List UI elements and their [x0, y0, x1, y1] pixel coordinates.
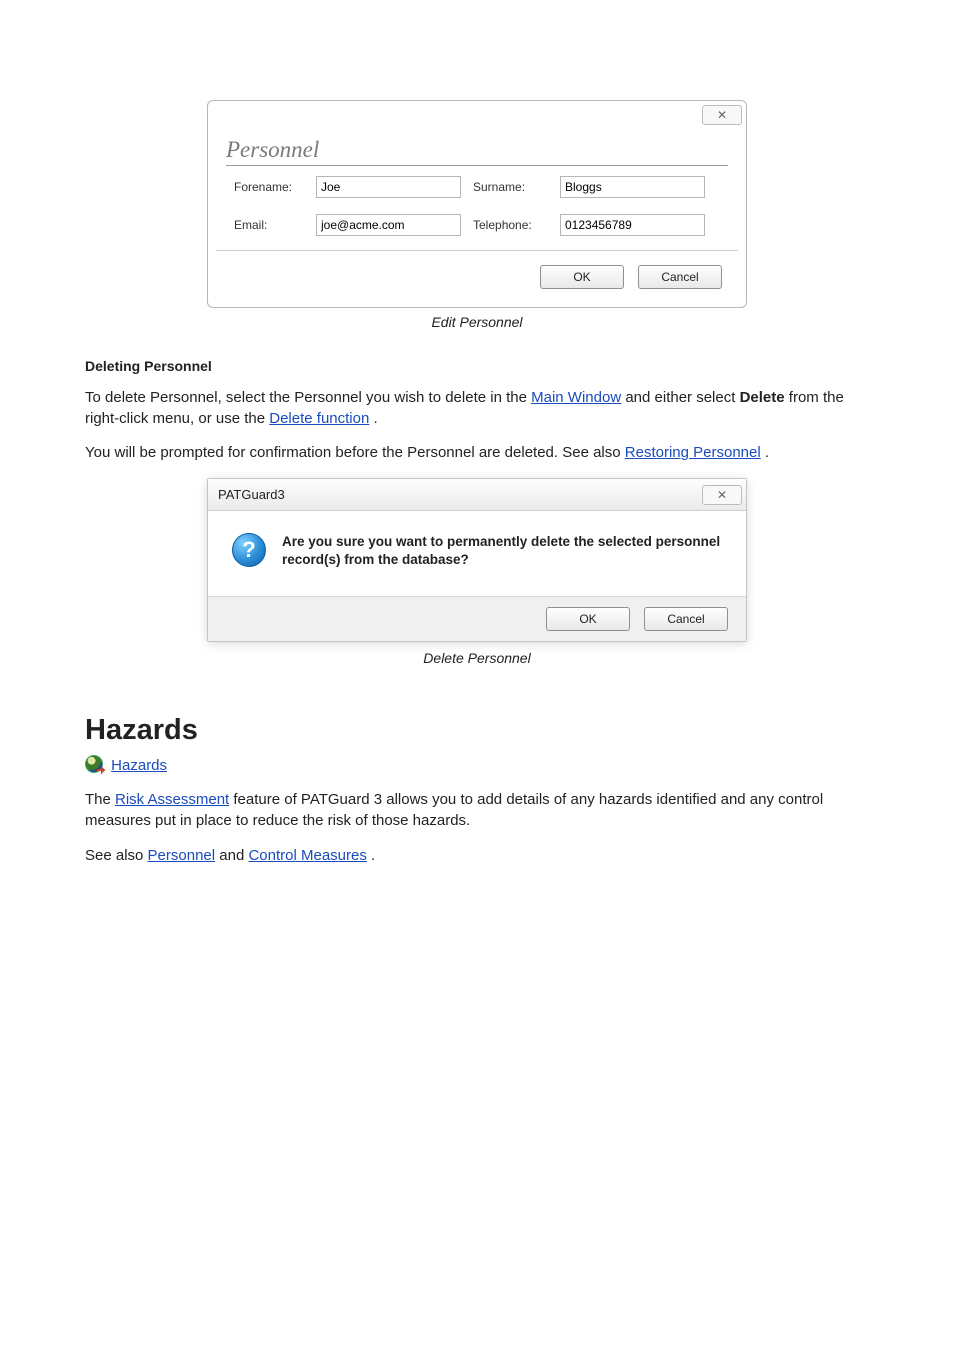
text: .	[374, 410, 378, 427]
dialog-titlebar: ✕	[208, 101, 746, 135]
link-hazards[interactable]: Hazards	[111, 757, 167, 774]
divider	[226, 165, 728, 166]
forename-field[interactable]	[316, 176, 461, 198]
email-label: Email:	[234, 218, 304, 232]
text: and either select	[625, 389, 739, 406]
cancel-button[interactable]: Cancel	[638, 265, 722, 289]
link-personnel[interactable]: Personnel	[148, 847, 216, 864]
hazards-link-row: Hazards	[85, 755, 869, 777]
para-delete-2: You will be prompted for confirmation be…	[85, 443, 869, 464]
see-also: See also Personnel and Control Measures …	[85, 846, 869, 867]
email-field[interactable]	[316, 214, 461, 236]
question-icon: ?	[232, 533, 266, 567]
close-icon[interactable]: ✕	[702, 105, 742, 125]
surname-label: Surname:	[473, 180, 548, 194]
link-risk-assessment[interactable]: Risk Assessment	[115, 791, 229, 808]
group-label-personnel: Personnel	[208, 135, 746, 163]
telephone-field[interactable]	[560, 214, 705, 236]
text: You will be prompted for confirmation be…	[85, 444, 625, 461]
globe-icon	[85, 755, 103, 773]
text: .	[371, 847, 375, 864]
text-bold-delete: Delete	[740, 389, 785, 406]
ok-button[interactable]: OK	[546, 607, 630, 631]
text: See also	[85, 847, 148, 864]
personnel-dialog: ✕ Personnel Forename: Surname: Email: Te…	[207, 100, 747, 308]
hazards-intro: The Risk Assessment feature of PATGuard …	[85, 790, 869, 831]
heading-deleting-personnel: Deleting Personnel	[85, 358, 869, 374]
link-control-measures[interactable]: Control Measures	[248, 847, 366, 864]
text: and	[219, 847, 248, 864]
link-delete-function[interactable]: Delete function	[269, 410, 369, 427]
telephone-label: Telephone:	[473, 218, 548, 232]
confirm-message: Are you sure you want to permanently del…	[282, 533, 726, 569]
link-main-window[interactable]: Main Window	[531, 389, 621, 406]
dialog-titlebar: PATGuard3 ✕	[208, 479, 746, 511]
text: To delete Personnel, select the Personne…	[85, 389, 531, 406]
confirm-dialog: PATGuard3 ✕ ? Are you sure you want to p…	[207, 478, 747, 641]
ok-button[interactable]: OK	[540, 265, 624, 289]
close-icon[interactable]: ✕	[702, 485, 742, 505]
surname-field[interactable]	[560, 176, 705, 198]
para-delete-1: To delete Personnel, select the Personne…	[85, 388, 869, 429]
figure-caption: Delete Personnel	[85, 650, 869, 666]
cancel-button[interactable]: Cancel	[644, 607, 728, 631]
dialog-title: PATGuard3	[218, 487, 285, 502]
section-title-hazards: Hazards	[85, 714, 869, 747]
link-restoring-personnel[interactable]: Restoring Personnel	[625, 444, 761, 461]
text: .	[765, 444, 769, 461]
forename-label: Forename:	[234, 180, 304, 194]
figure-caption: Edit Personnel	[85, 314, 869, 330]
